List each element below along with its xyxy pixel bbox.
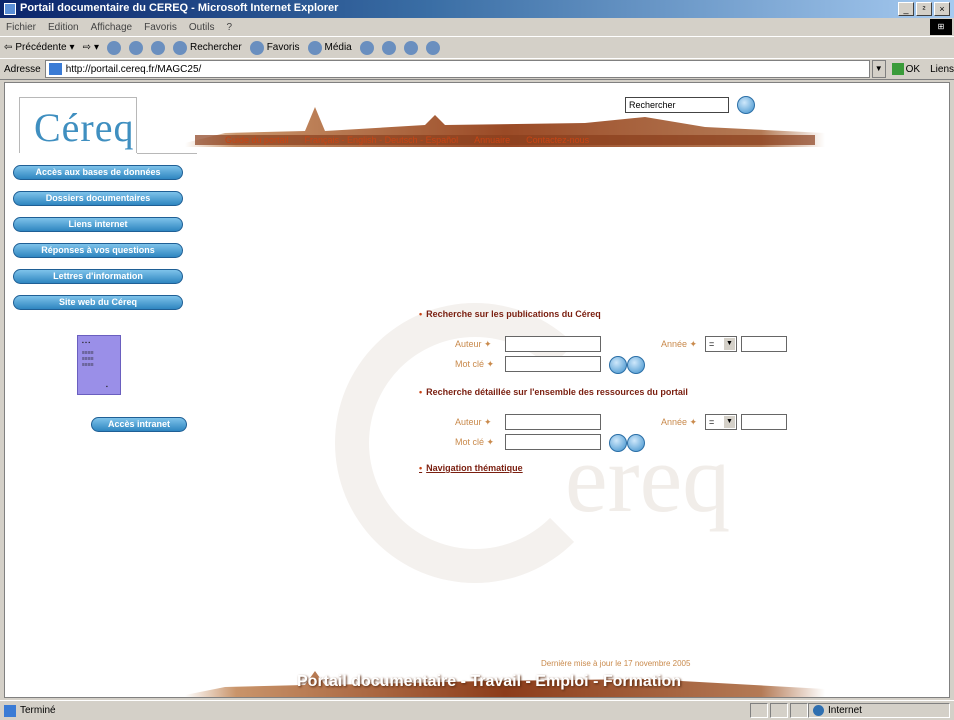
go-arrow-icon [891,63,904,75]
back-arrow-icon: ⇦ [4,42,13,53]
go-label: OK [905,63,921,75]
section1-year-operator-select[interactable]: = [705,336,737,352]
menu-help[interactable]: ? [226,22,232,33]
links-button[interactable]: Liens [930,64,954,75]
home-icon[interactable] [151,40,165,55]
nav-languages-link[interactable]: Français - English - Deutsch - Español [305,135,459,145]
nav-directory-link[interactable]: Annuaire [474,135,510,145]
address-bar: Adresse http://portail.cereq.fr/MAGC25/ … [0,58,954,80]
publication-thumbnail[interactable]: ▪ ▪ ▪ ≡≡≡≡ ≡≡≡≡ ≡≡≡≡ ▪ [77,335,121,395]
section1-search-icon[interactable] [609,356,627,374]
intranet-access-button[interactable]: Accès intranet [91,417,187,432]
section1-title: Recherche sur les publications du Céreq [419,309,601,319]
security-zone: Internet [808,703,950,718]
top-search-go-icon[interactable] [737,96,755,114]
forward-button[interactable]: ⇨ ▾ [83,42,99,53]
media-icon [307,40,322,55]
title-bar: Portail documentaire du CEREQ - Microsof… [0,0,954,18]
section2-author-label: Auteur ✦ [455,417,492,427]
section1-year-label: Année ✦ [661,339,698,349]
media-button[interactable]: Média [307,40,352,55]
media-label: Média [324,42,352,53]
page-done-icon [4,704,16,717]
menu-tools[interactable]: Outils [189,22,215,33]
back-label: Précédente [15,42,67,53]
favorites-button[interactable]: Favoris [249,40,300,55]
status-cells [750,703,808,718]
menu-edit[interactable]: Edition [48,22,79,33]
search-button[interactable]: Rechercher [173,40,242,55]
menu-bar: Fichier Edition Affichage Favoris Outils… [0,18,954,36]
search-label: Rechercher [190,42,242,53]
section1-author-label: Auteur ✦ [455,339,492,349]
close-button[interactable]: × [934,2,950,16]
go-button[interactable]: OK [891,63,921,75]
address-dropdown-button[interactable]: ▼ [871,60,886,78]
address-label: Adresse [4,63,41,75]
menu-view[interactable]: Affichage [91,22,133,33]
section2-keyword-input[interactable] [505,434,601,450]
menu-favorites[interactable]: Favoris [144,22,177,33]
side-btn-links[interactable]: Liens internet [13,217,183,232]
section1-keyword-input[interactable] [505,356,601,372]
nav-contact-link[interactable]: Contactez-nous [526,135,589,145]
ie-page-icon [4,3,16,15]
forward-arrow-icon: ⇨ [82,42,91,53]
address-input[interactable]: http://portail.cereq.fr/MAGC25/ [44,60,870,78]
menu-file[interactable]: Fichier [6,22,36,33]
windows-logo-icon: ⊞ [930,19,952,35]
mail-icon[interactable] [381,40,396,55]
update-note: Dernière mise à jour le 17 novembre 2005 [541,659,691,668]
section1-keyword-label: Mot clé ✦ [455,359,495,369]
favorites-label: Favoris [266,42,300,53]
back-button[interactable]: ⇦ Précédente ▾ [4,42,75,53]
page-icon [48,63,62,75]
toolbar: ⇦ Précédente ▾ ⇨ ▾ Rechercher Favoris Mé… [0,36,954,58]
page-viewport: ereq Céreq Guide du portail Français - E… [4,82,950,698]
banner-nav: Guide du portail Français - English - De… [225,135,589,145]
stop-icon[interactable] [107,40,121,55]
side-btn-answers[interactable]: Réponses à vos questions [13,243,183,258]
side-btn-databases[interactable]: Accès aux bases de données [13,165,183,180]
minimize-button[interactable]: _ [898,2,914,16]
section2-year-operator-select[interactable]: = [705,414,737,430]
thematic-navigation-link[interactable]: Navigation thématique [419,463,523,473]
edit-icon[interactable] [425,40,440,55]
print-icon[interactable] [403,40,418,55]
footer-banner-text: Portail documentaire - Travail - Emploi … [297,673,682,690]
window-controls: _ ² × [898,2,950,16]
maximize-button[interactable]: ² [916,2,932,16]
cereq-logo[interactable]: Céreq [19,97,137,153]
chevron-down-icon: ▾ [69,42,75,53]
section2-search-icon[interactable] [609,434,627,452]
status-bar: Terminé Internet [0,700,954,720]
side-btn-dossiers[interactable]: Dossiers documentaires [13,191,183,206]
section2-author-input[interactable] [505,414,601,430]
browser-window: Portail documentaire du CEREQ - Microsof… [0,0,954,720]
section2-year-label: Année ✦ [661,417,698,427]
window-title: Portail documentaire du CEREQ - Microsof… [20,2,339,14]
section2-title: Recherche détaillée sur l'ensemble des r… [419,387,688,397]
globe-icon [813,705,824,716]
search-icon [173,40,187,55]
logo-text: Céreq [34,105,135,150]
zone-label: Internet [828,705,862,716]
top-search-input[interactable]: Rechercher [625,97,729,113]
address-url: http://portail.cereq.fr/MAGC25/ [65,63,202,75]
section2-reset-icon[interactable] [627,434,645,452]
section1-year-input[interactable] [741,336,787,352]
section1-author-input[interactable] [505,336,601,352]
section2-year-input[interactable] [741,414,787,430]
section1-reset-icon[interactable] [627,356,645,374]
status-text: Terminé [20,705,56,716]
side-btn-newsletters[interactable]: Lettres d'information [13,269,183,284]
side-btn-website[interactable]: Site web du Céreq [13,295,183,310]
nav-guide-link[interactable]: Guide du portail [225,135,289,145]
chevron-down-icon: ▾ [93,42,99,53]
history-icon[interactable] [359,40,374,55]
section2-keyword-label: Mot clé ✦ [455,437,495,447]
refresh-icon[interactable] [129,40,143,55]
logo-divider [137,153,197,154]
favorites-icon [249,40,264,55]
